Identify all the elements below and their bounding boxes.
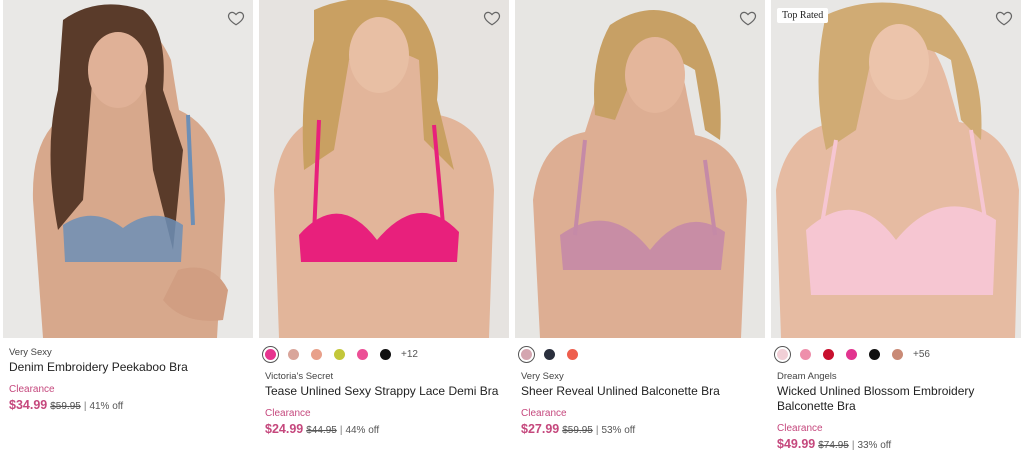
discount-label: 44% off bbox=[345, 425, 380, 436]
product-card-3[interactable]: Very Sexy Sheer Reveal Unlined Balconett… bbox=[512, 0, 768, 455]
heart-outline-icon[interactable] bbox=[483, 9, 501, 27]
clearance-tag: Clearance bbox=[521, 408, 567, 419]
color-swatch[interactable] bbox=[357, 348, 368, 360]
sale-price: $34.99 bbox=[9, 398, 48, 412]
product-name[interactable]: Sheer Reveal Unlined Balconette Bra bbox=[521, 384, 759, 399]
color-swatch[interactable] bbox=[521, 348, 532, 360]
swatch-spacer bbox=[9, 338, 247, 344]
model-photo bbox=[259, 0, 509, 338]
discount-label: 53% off bbox=[601, 425, 636, 436]
model-photo bbox=[771, 0, 1021, 338]
color-swatch[interactable] bbox=[288, 348, 299, 360]
price-row: $24.99 $44.95 | 44% off bbox=[265, 422, 503, 436]
price-separator: | bbox=[83, 401, 87, 412]
product-card-4[interactable]: Top Rated +56 Dream Angels Wicked Unline… bbox=[768, 0, 1024, 455]
clearance-tag: Clearance bbox=[9, 384, 55, 395]
more-colors-count[interactable]: +12 bbox=[401, 349, 418, 360]
brand-label: Very Sexy bbox=[9, 347, 52, 358]
product-image[interactable] bbox=[3, 0, 253, 338]
color-swatch[interactable] bbox=[846, 348, 857, 360]
color-swatch[interactable] bbox=[800, 348, 811, 360]
color-swatch[interactable] bbox=[869, 348, 880, 360]
color-swatch[interactable] bbox=[823, 348, 834, 360]
color-swatch[interactable] bbox=[265, 348, 276, 360]
price-separator: | bbox=[851, 440, 855, 451]
price-separator: | bbox=[595, 425, 599, 436]
color-swatch[interactable] bbox=[380, 348, 391, 360]
original-price: $59.95 bbox=[562, 425, 593, 436]
product-name[interactable]: Denim Embroidery Peekaboo Bra bbox=[9, 360, 247, 375]
clearance-tag: Clearance bbox=[265, 408, 311, 419]
heart-outline-icon[interactable] bbox=[995, 9, 1013, 27]
product-card-2[interactable]: +12 Victoria's Secret Tease Unlined Sexy… bbox=[256, 0, 512, 455]
color-swatch[interactable] bbox=[892, 348, 903, 360]
sale-price: $27.99 bbox=[521, 422, 560, 436]
top-rated-badge: Top Rated bbox=[777, 8, 829, 23]
discount-label: 33% off bbox=[857, 440, 892, 451]
product-image[interactable] bbox=[259, 0, 509, 338]
original-price: $74.95 bbox=[818, 440, 849, 451]
product-image[interactable] bbox=[515, 0, 765, 338]
original-price: $44.95 bbox=[306, 425, 337, 436]
color-swatches: +12 bbox=[265, 338, 503, 368]
color-swatch[interactable] bbox=[311, 348, 322, 360]
product-name[interactable]: Tease Unlined Sexy Strappy Lace Demi Bra bbox=[265, 384, 503, 399]
color-swatch[interactable] bbox=[544, 348, 555, 360]
price-row: $49.99 $74.95 | 33% off bbox=[777, 437, 1015, 451]
color-swatches bbox=[521, 338, 759, 368]
color-swatches: +56 bbox=[777, 338, 1015, 368]
color-swatch[interactable] bbox=[334, 348, 345, 360]
more-colors-count[interactable]: +56 bbox=[913, 349, 930, 360]
product-image[interactable]: Top Rated bbox=[771, 0, 1021, 338]
product-name[interactable]: Wicked Unlined Blossom Embroidery Balcon… bbox=[777, 384, 1015, 414]
brand-label: Dream Angels bbox=[777, 371, 837, 382]
original-price: $59.95 bbox=[50, 401, 81, 412]
model-photo bbox=[515, 0, 765, 338]
price-row: $34.99 $59.95 | 41% off bbox=[9, 398, 247, 412]
discount-label: 41% off bbox=[89, 401, 124, 412]
brand-label: Very Sexy bbox=[521, 371, 564, 382]
color-swatch[interactable] bbox=[777, 348, 788, 360]
sale-price: $49.99 bbox=[777, 437, 816, 451]
heart-outline-icon[interactable] bbox=[739, 9, 757, 27]
clearance-tag: Clearance bbox=[777, 423, 823, 434]
sale-price: $24.99 bbox=[265, 422, 304, 436]
model-photo bbox=[3, 0, 253, 338]
color-swatch[interactable] bbox=[567, 348, 578, 360]
price-row: $27.99 $59.95 | 53% off bbox=[521, 422, 759, 436]
heart-outline-icon[interactable] bbox=[227, 9, 245, 27]
price-separator: | bbox=[339, 425, 343, 436]
brand-label: Victoria's Secret bbox=[265, 371, 334, 382]
product-grid: Very Sexy Denim Embroidery Peekaboo Bra … bbox=[0, 0, 1024, 455]
product-card-1[interactable]: Very Sexy Denim Embroidery Peekaboo Bra … bbox=[0, 0, 256, 455]
